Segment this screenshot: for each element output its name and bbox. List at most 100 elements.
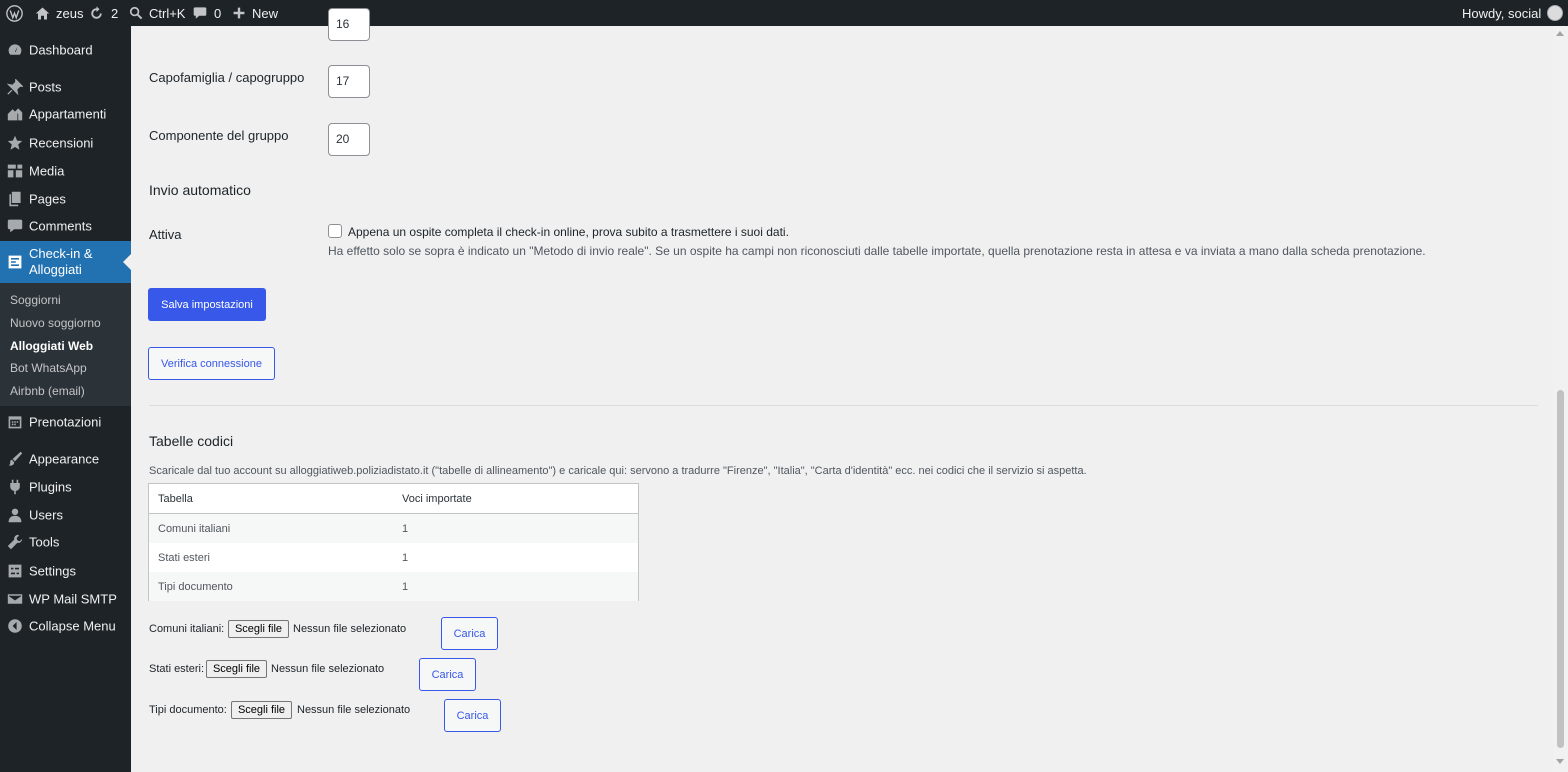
upload-label: Tipi documento: [149,704,227,716]
table-header-cell: Tabella [158,492,193,505]
mail-icon [7,591,23,607]
table-header-cell: Voci importate [402,492,472,505]
table-row: Comuni italiani 1 [149,514,638,543]
my-account-link[interactable]: Howdy, social [1462,0,1564,26]
auto-send-checkbox[interactable] [328,224,342,238]
comments-link[interactable]: 0 [193,0,221,26]
scroll-down-arrow-icon[interactable] [1556,759,1564,764]
menu-label: Settings [29,563,76,579]
submenu-item-soggiorni[interactable]: Soggiorni [10,293,61,307]
pages-icon [7,191,23,207]
menu-item-comments[interactable]: Comments [0,211,131,241]
menu-item-posts[interactable]: Posts [0,72,131,102]
site-name: zeus [56,5,84,21]
settings-icon [7,563,23,579]
section-title-tabelle-codici: Tabelle codici [149,433,234,449]
menu-item-prenotazioni[interactable]: Prenotazioni [0,407,131,437]
menu-item-appartamenti[interactable]: Appartamenti [0,99,131,129]
table-cell: Tipi documento [158,580,233,593]
table-cell: Stati esteri [158,551,210,564]
menu-item-appearance[interactable]: Appearance [0,444,131,474]
menu-item-pages[interactable]: Pages [0,184,131,214]
page-scrollbar[interactable] [1553,26,1568,772]
save-settings-button[interactable]: Salva impostazioni [148,288,266,321]
search-icon [129,6,143,20]
new-content-link[interactable]: New [233,0,278,26]
wrench-icon [7,534,23,550]
choose-file-button[interactable]: Scegli file [206,660,267,678]
menu-item-settings[interactable]: Settings [0,556,131,586]
menu-item-wp-mail-smtp[interactable]: WP Mail SMTP [0,584,131,614]
menu-label: Comments [29,218,92,234]
current-menu-arrow [123,254,131,270]
table-cell: 1 [402,551,409,564]
table-cell: Comuni italiani [158,522,231,535]
componente-number-field[interactable]: 20 [328,123,370,156]
menu-label: Pages [29,191,66,207]
capofamiglia-number-field[interactable]: 17 [328,65,370,98]
menu-item-tools[interactable]: Tools [0,527,131,557]
menu-label: Check-in & Alloggiati [29,246,93,277]
new-label: New [252,5,279,21]
menu-item-dashboard[interactable]: Dashboard [0,35,131,65]
choose-file-button[interactable]: Scegli file [231,701,292,719]
partial-number-field[interactable]: 16 [328,8,370,41]
field-label-capofamiglia: Capofamiglia / capogruppo [149,70,305,85]
submenu-item-nuovo-soggiorno[interactable]: Nuovo soggiorno [10,316,101,330]
search-shortcut[interactable]: Ctrl+K [129,0,185,26]
menu-label: Appearance [29,451,100,467]
file-status: Nessun file selezionato [293,623,407,635]
verify-connection-button[interactable]: Verifica connessione [148,347,275,380]
scroll-up-arrow-icon[interactable] [1556,31,1564,36]
submenu-item-bot-whatsapp[interactable]: Bot WhatsApp [10,361,87,375]
menu-item-plugins[interactable]: Plugins [0,472,131,502]
menu-label: WP Mail SMTP [29,591,117,607]
menu-label: Posts [29,79,62,95]
table-cell: 1 [402,580,409,593]
capofamiglia-value: 17 [336,74,350,88]
calendar-icon [7,414,23,430]
menu-label: Appartamenti [29,106,107,122]
wordpress-logo-icon[interactable] [6,0,23,26]
menu-label: Dashboard [29,42,93,58]
building-icon [7,106,23,122]
menu-item-media[interactable]: Media [0,156,131,186]
menu-item-recensioni[interactable]: Recensioni [0,128,131,158]
search-shortcut-label: Ctrl+K [149,5,186,21]
updates-count: 2 [111,5,119,21]
star-icon [7,135,23,151]
auto-send-checkbox-label[interactable]: Appena un ospite completa il check-in on… [348,225,789,239]
collapse-menu-button[interactable]: Collapse Menu [0,611,131,641]
partial-number-value: 16 [336,17,350,31]
submenu-item-airbnb-email[interactable]: Airbnb (email) [10,384,85,398]
menu-label: Media [29,163,65,179]
upload-button[interactable]: Carica [419,658,476,691]
section-divider [149,405,1538,406]
menu-label: Recensioni [29,135,94,151]
menu-label: Collapse Menu [29,618,116,634]
field-label-componente: Componente del gruppo [149,128,289,143]
scrollbar-thumb[interactable] [1557,390,1564,748]
comments-count: 0 [214,5,222,21]
table-header-row: Tabella Voci importate [149,484,638,514]
site-name-link[interactable]: zeus [35,0,83,26]
field-label-attiva: Attiva [149,227,182,242]
dashboard-icon [7,42,23,58]
upload-button[interactable]: Carica [444,699,501,732]
upload-button[interactable]: Carica [441,617,498,650]
auto-send-description: Ha effetto solo se sopra è indicato un "… [328,244,1426,258]
choose-file-button[interactable]: Scegli file [228,620,289,638]
submenu: Soggiorni Nuovo soggiorno Alloggiati Web… [0,283,131,406]
greeting: Howdy, social [1462,5,1542,21]
menu-item-checkin-alloggiati[interactable]: Check-in & Alloggiati [0,241,131,283]
menu-label: Tools [29,534,60,550]
menu-label: Plugins [29,479,72,495]
submenu-item-alloggiati-web[interactable]: Alloggiati Web [10,339,93,353]
updates-link[interactable]: 2 [89,0,118,26]
home-icon [35,6,50,21]
admin-bar: zeus 2 Ctrl+K 0 New Howdy, social [0,0,1568,26]
menu-item-users[interactable]: Users [0,500,131,530]
section-title-invio-automatico: Invio automatico [149,182,251,198]
upload-label: Stati esteri: [149,663,205,675]
file-status: Nessun file selezionato [271,663,385,675]
